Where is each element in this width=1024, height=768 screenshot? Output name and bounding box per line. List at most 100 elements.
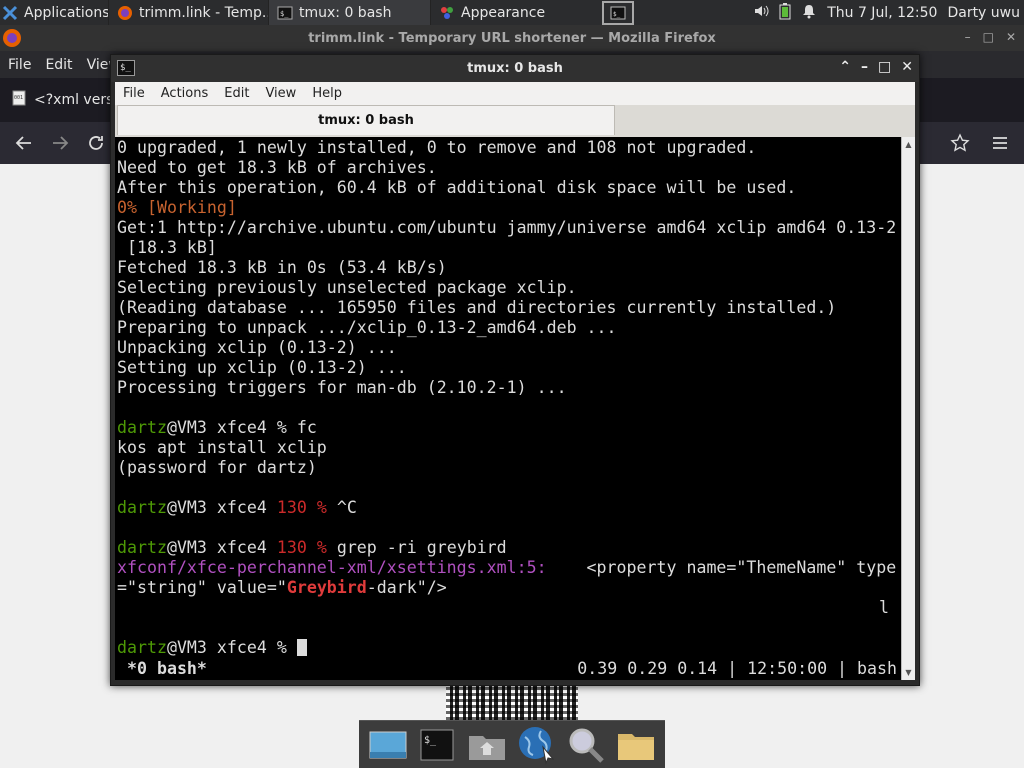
- prompt-user: dartz: [117, 418, 167, 437]
- prompt-user: dartz: [117, 538, 167, 557]
- output-line: (Reading database ... 165950 files and d…: [117, 298, 837, 317]
- output-line: After this operation, 60.4 kB of additio…: [117, 178, 797, 197]
- prompt-symbol: %: [306, 498, 337, 517]
- prompt-line: dartz@VM3 xfce4 %: [117, 638, 901, 658]
- exit-code: 130: [276, 538, 307, 557]
- workspace-pager[interactable]: $_: [602, 0, 634, 25]
- system-tray: Thu 7 Jul, 12:50 Darty uwu: [753, 0, 1024, 25]
- top-panel: Applications trimm.link - Temp... $_ tmu…: [0, 0, 1024, 25]
- forward-arrow-icon[interactable]: [50, 133, 70, 157]
- bookmark-star-icon[interactable]: [950, 133, 970, 157]
- output-line: l: [879, 598, 889, 617]
- terminal-scrollbar[interactable]: ▲ ▼: [901, 137, 915, 680]
- prompt-symbol: %: [276, 418, 297, 437]
- prompt-host: @VM3 xfce4: [166, 538, 277, 557]
- terminal-window[interactable]: $_ tmux: 0 bash ⌃ – □ ✕ File Actions Edi…: [110, 54, 920, 686]
- grep-result-line: xfconf/xfce-perchannel-xml/xsettings.xml…: [117, 558, 901, 578]
- prompt-host: @VM3 xfce4: [166, 638, 277, 657]
- output-line: Processing triggers for man-db (2.10.2-1…: [117, 378, 567, 397]
- close-icon[interactable]: ✕: [1006, 30, 1016, 44]
- close-icon[interactable]: ✕: [901, 59, 913, 75]
- taskbar-item-label: trimm.link - Temp...: [139, 4, 268, 21]
- user-name[interactable]: Darty uwu: [947, 5, 1020, 21]
- output-line: Unpacking xclip (0.13-2) ...: [117, 338, 397, 357]
- prompt-user: dartz: [117, 638, 167, 657]
- maximize-icon[interactable]: □: [878, 59, 891, 75]
- terminal-menubar: File Actions Edit View Help: [115, 82, 915, 105]
- prompt-user: dartz: [117, 498, 167, 517]
- taskbar-item-tmux[interactable]: $_ tmux: 0 bash: [268, 0, 430, 25]
- prompt-symbol: %: [276, 638, 297, 657]
- output-line: Setting up xclip (0.13-2) ...: [117, 358, 407, 377]
- command-text: grep -ri greybird: [336, 538, 507, 557]
- svg-text:$_: $_: [613, 11, 621, 18]
- magnifier-icon: [569, 728, 605, 763]
- battery-icon[interactable]: [779, 2, 791, 24]
- terminal-menu-edit[interactable]: Edit: [224, 86, 249, 101]
- terminal-menu-help[interactable]: Help: [312, 86, 342, 101]
- prompt-line: dartz@VM3 xfce4 130 % grep -ri greybird: [117, 538, 901, 558]
- terminal-window-controls: ⌃ – □ ✕: [839, 59, 913, 75]
- output-line: Selecting previously unselected package …: [117, 278, 577, 297]
- dock: $_: [359, 720, 665, 768]
- firefox-menu-file[interactable]: File: [8, 57, 31, 73]
- globe-icon: [518, 726, 555, 765]
- output-line: [18.3 kB]: [117, 238, 217, 257]
- svg-text:001: 001: [14, 95, 23, 101]
- command-text: ^C: [336, 498, 357, 517]
- tmux-window-list[interactable]: *0 bash*: [117, 659, 207, 679]
- terminal-titlebar[interactable]: $_ tmux: 0 bash ⌃ – □ ✕: [111, 55, 919, 82]
- terminal-menu-file[interactable]: File: [123, 86, 145, 101]
- reload-icon[interactable]: [86, 133, 106, 157]
- taskbar-item-appearance[interactable]: Appearance: [430, 0, 600, 25]
- grep-match: Greybird: [286, 578, 367, 597]
- document-icon: 001: [12, 90, 26, 110]
- scroll-up-arrow-icon[interactable]: ▲: [904, 140, 913, 149]
- terminal-output[interactable]: 0 upgraded, 1 newly installed, 0 to remo…: [115, 137, 901, 680]
- firefox-window-title: trimm.link - Temporary URL shortener — M…: [308, 30, 716, 46]
- dock-folder[interactable]: [615, 724, 657, 766]
- desktop-icon: [369, 731, 407, 758]
- terminal-menu-actions[interactable]: Actions: [161, 86, 209, 101]
- folder-icon: [618, 733, 655, 760]
- firefox-tab-label[interactable]: <?xml versi: [34, 92, 117, 108]
- applications-label: Applications: [24, 4, 108, 21]
- minimize-icon[interactable]: –: [861, 59, 868, 75]
- minimize-icon[interactable]: –: [965, 30, 971, 44]
- applications-menu-button[interactable]: Applications: [0, 0, 108, 25]
- svg-text:$_: $_: [280, 10, 289, 18]
- clock[interactable]: Thu 7 Jul, 12:50: [827, 5, 937, 21]
- firefox-icon: [2, 28, 22, 52]
- dock-search[interactable]: [565, 724, 607, 766]
- shade-icon[interactable]: ⌃: [839, 59, 851, 75]
- output-line: kos apt install xclip: [117, 438, 327, 457]
- dock-show-desktop[interactable]: [367, 724, 409, 766]
- output-line: 0 upgraded, 1 newly installed, 0 to remo…: [117, 138, 757, 157]
- hamburger-menu-icon[interactable]: [990, 133, 1010, 157]
- dock-file-manager[interactable]: [466, 724, 508, 766]
- maximize-icon[interactable]: □: [983, 30, 994, 44]
- dock-web-browser[interactable]: [516, 724, 558, 766]
- grep-text: ="string" value=": [117, 578, 287, 597]
- grep-text: <property name="ThemeName" type: [546, 558, 897, 577]
- xfce-mouse-icon: [2, 5, 18, 21]
- terminal-tab[interactable]: tmux: 0 bash: [117, 105, 615, 135]
- text-cursor: [296, 639, 307, 656]
- volume-icon[interactable]: [753, 3, 769, 23]
- firefox-window-controls: – □ ✕: [965, 30, 1016, 44]
- scroll-down-arrow-icon[interactable]: ▼: [904, 668, 913, 677]
- svg-text:$_: $_: [424, 735, 437, 746]
- prompt-host: @VM3 xfce4: [166, 418, 277, 437]
- terminal-menu-view[interactable]: View: [265, 86, 296, 101]
- dock-terminal[interactable]: $_: [416, 724, 458, 766]
- taskbar-item-firefox[interactable]: trimm.link - Temp...: [108, 0, 268, 25]
- prompt-symbol: %: [306, 538, 337, 557]
- firefox-menu-edit[interactable]: Edit: [45, 57, 72, 73]
- firefox-titlebar: trimm.link - Temporary URL shortener — M…: [0, 25, 1024, 51]
- notification-bell-icon[interactable]: [801, 3, 817, 23]
- back-arrow-icon[interactable]: [14, 133, 34, 157]
